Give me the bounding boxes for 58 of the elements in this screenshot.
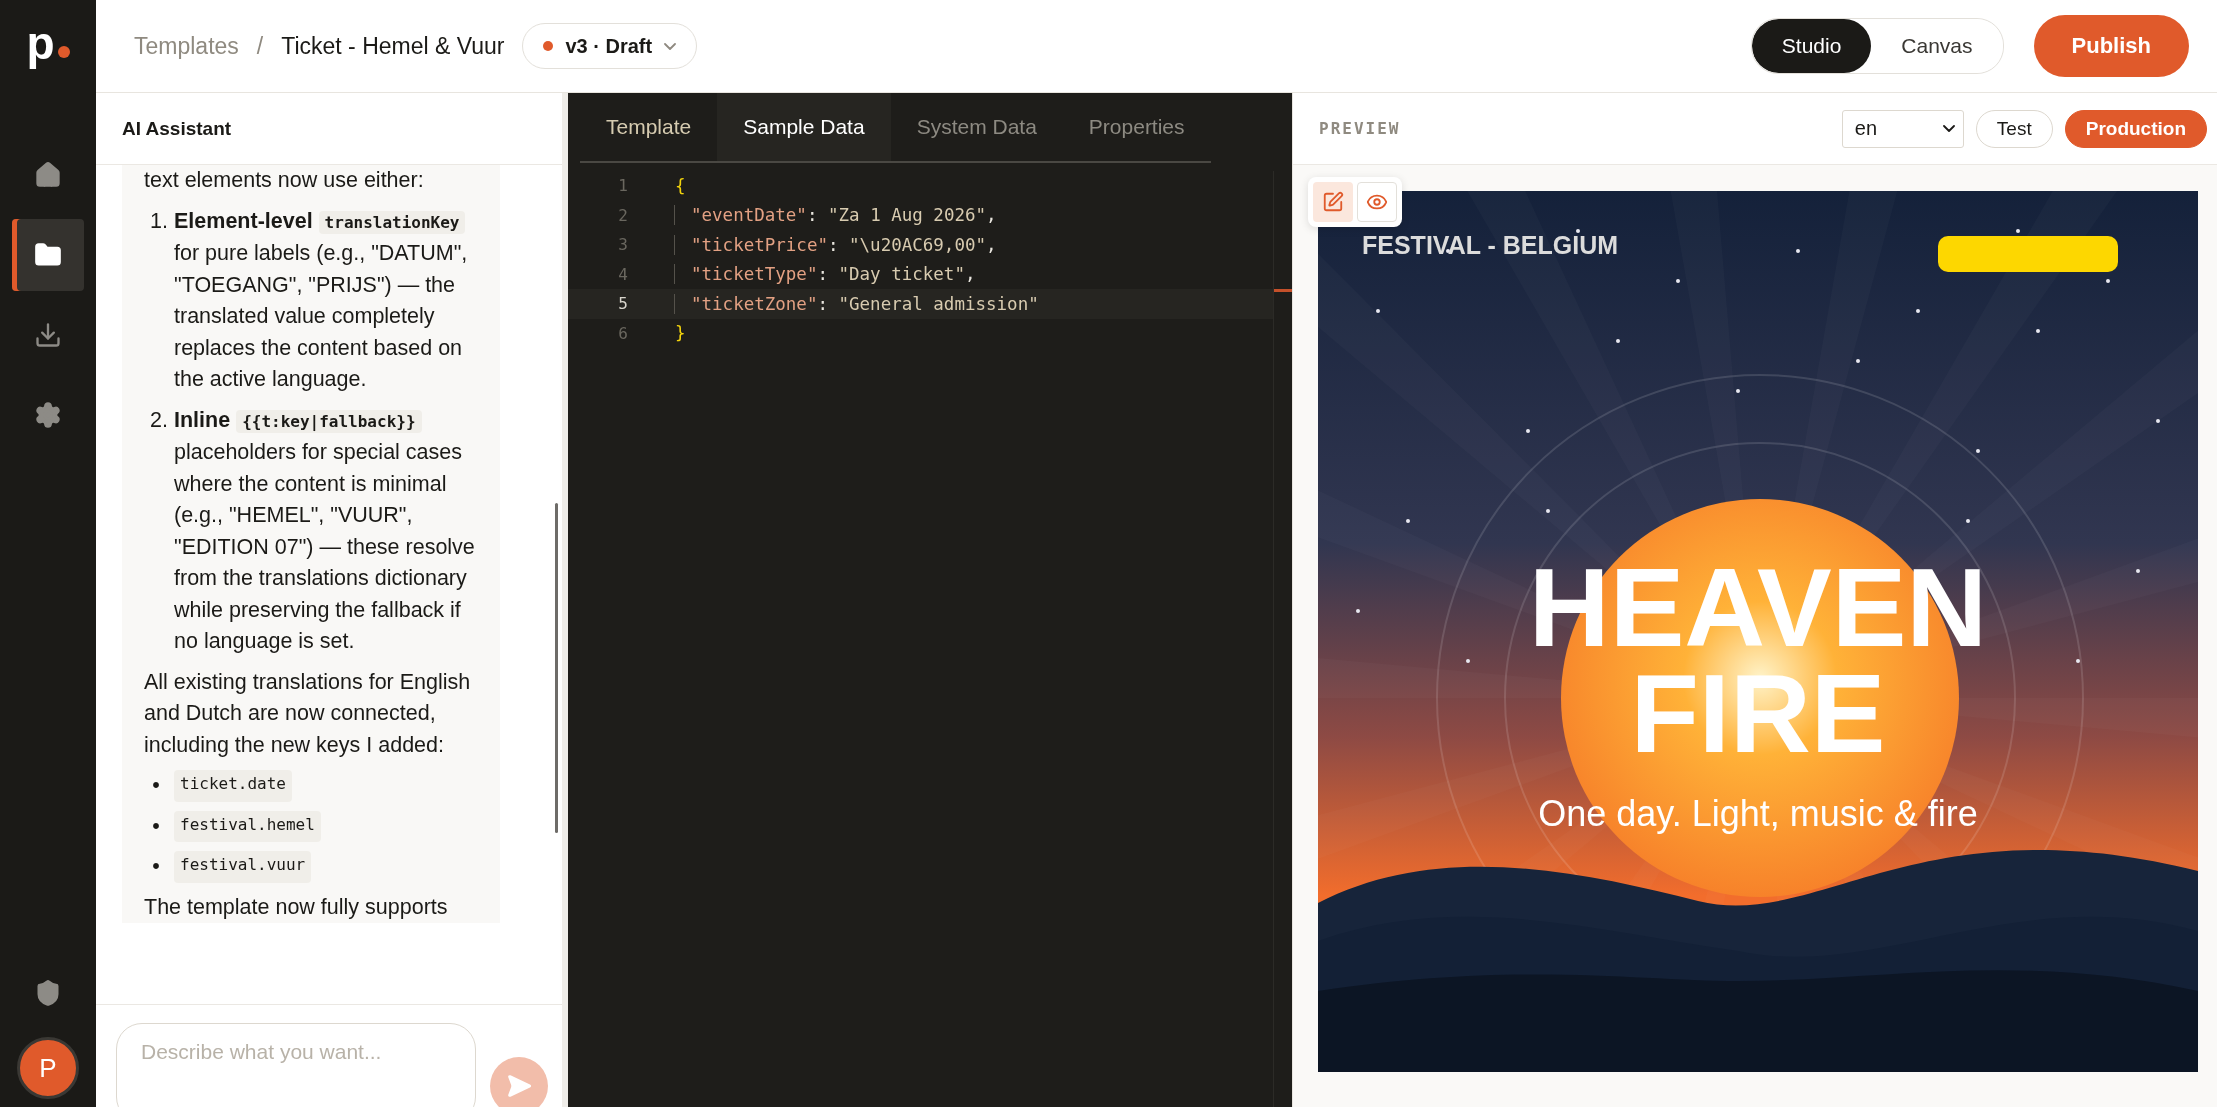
line-number: 1 — [617, 176, 629, 196]
bullet-mark: • — [151, 812, 161, 840]
line-number: 4 — [617, 264, 629, 284]
app-logo[interactable]: p — [26, 0, 70, 93]
list-number: 2. — [149, 406, 168, 434]
editor-tab[interactable]: System Data — [890, 93, 1063, 161]
line-number: 2 — [617, 205, 629, 225]
publish-button[interactable]: Publish — [2033, 15, 2189, 77]
list-item-text: Element-level translationKey for pure labels (e.g., "DATUM", "TOEGANG", "PRIJS") — the translated value completely replaces the content based on the active language. — [174, 207, 469, 393]
ticket-eyebrow: FESTIVAL - BELGIUM — [1362, 231, 1619, 260]
ticket-tagline: One day. Light, music & fire — [1538, 793, 1978, 835]
send-icon — [506, 1073, 532, 1099]
line-number: 5 — [617, 294, 629, 314]
message-paragraph: The template now fully supports — [144, 893, 449, 921]
editor-tab[interactable]: Template — [580, 93, 718, 161]
code-line: } — [674, 323, 686, 344]
ticket-headline: FIRE — [1630, 661, 1886, 767]
view-button[interactable] — [1357, 182, 1397, 222]
settings-icon — [34, 401, 62, 429]
chevron-icon — [1942, 125, 1955, 132]
code-line: "eventDate": "Za 1 Aug 2026", — [674, 205, 997, 226]
edit-button[interactable] — [1313, 182, 1353, 222]
code-line: { — [674, 175, 686, 196]
message-paragraph: All existing translations for English and Dutch are now connected, including the new keys I added: — [144, 668, 472, 759]
code-line: "ticketPrice": "\u20AC69,00", — [674, 234, 997, 255]
preview-label: PREVIEW — [1319, 119, 1401, 138]
line-number: 3 — [617, 235, 629, 255]
version-dropdown[interactable]: v3 · Draft — [522, 23, 698, 69]
list-item-text: Inline {{t:key|fallback}} placeholders for special cases where the content is minimal (e.g., "HEMEL", "VUUR", "EDITION 07") — these resolve from the translations dictionary while preserving the fallback if no language is set. — [174, 406, 476, 655]
editor-tab[interactable]: Sample Data — [717, 93, 891, 161]
mode-tab[interactable]: Studio — [1751, 19, 1872, 73]
edit-icon — [1322, 191, 1344, 213]
user-avatar[interactable]: P — [17, 1037, 79, 1099]
bullet-mark: • — [151, 853, 161, 880]
line-number: 6 — [617, 323, 629, 343]
language-select[interactable]: en — [1841, 109, 1964, 148]
code-key: festival.vuur — [174, 851, 312, 883]
code-key: festival.hemel — [174, 810, 321, 842]
bullet-mark: • — [151, 772, 161, 799]
breadcrumb-separator: / — [256, 32, 264, 60]
environment-button[interactable]: Production — [2064, 109, 2207, 148]
home-icon — [34, 161, 62, 189]
editor-tab[interactable]: Properties — [1062, 93, 1211, 161]
folder-nav-button[interactable] — [12, 219, 84, 291]
prompt-field[interactable]: Describe what you want... — [116, 1023, 476, 1107]
list-number: 1. — [149, 207, 168, 235]
code-key: ticket.date — [174, 770, 292, 802]
chevron-icon — [664, 42, 677, 50]
download-icon — [34, 321, 62, 349]
folder-icon — [34, 241, 62, 269]
change-marker — [1274, 289, 1292, 292]
panel-title: AI Assistant — [122, 117, 232, 140]
code-line: "ticketZone": "General admission" — [674, 293, 1039, 314]
code-line: "ticketType": "Day ticket", — [674, 264, 976, 285]
status-dot — [543, 41, 554, 51]
scrollbar-thumb[interactable] — [555, 503, 558, 833]
environment-button[interactable]: Test — [1975, 109, 2053, 148]
message-paragraph: text elements now use either: — [144, 167, 425, 194]
